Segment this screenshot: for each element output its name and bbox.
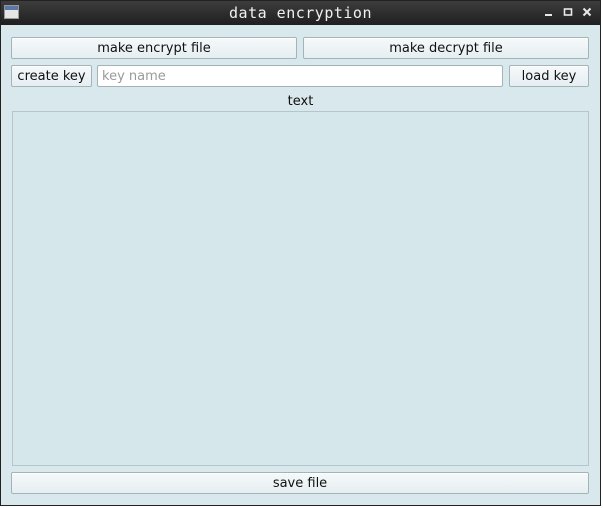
title-bar[interactable]: data encryption [1, 1, 600, 25]
save-file-button[interactable]: save file [11, 472, 589, 494]
make-decrypt-file-button[interactable]: make decrypt file [303, 37, 589, 59]
make-encrypt-file-button[interactable]: make encrypt file [11, 37, 297, 59]
load-key-button[interactable]: load key [509, 65, 589, 87]
window-controls [542, 5, 594, 19]
maximize-icon[interactable] [561, 5, 575, 19]
close-icon[interactable] [580, 5, 594, 19]
key-name-input[interactable] [97, 65, 503, 87]
create-key-button[interactable]: create key [11, 65, 92, 87]
text-section-label: text [287, 94, 314, 109]
text-area[interactable] [12, 111, 589, 466]
app-window: data encryption make encrypt file make d… [0, 0, 601, 506]
window-title: data encryption [229, 4, 372, 22]
minimize-icon[interactable] [542, 5, 556, 19]
